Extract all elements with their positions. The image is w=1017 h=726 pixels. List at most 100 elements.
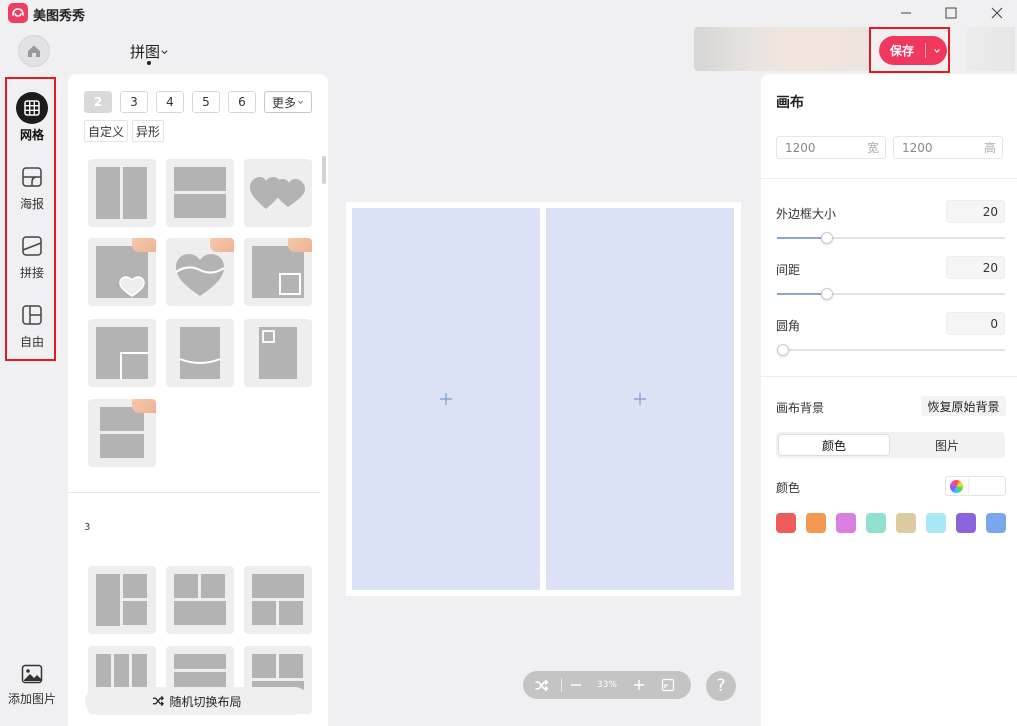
- vip-badge: [210, 238, 234, 252]
- image-icon: [21, 664, 43, 684]
- vip-badge: [288, 238, 312, 252]
- restore-background-button[interactable]: 恢复原始背景: [921, 396, 1006, 416]
- home-button[interactable]: [18, 35, 50, 67]
- vip-badge: [132, 238, 156, 252]
- tab-color[interactable]: 颜色: [778, 434, 890, 456]
- template-three-a[interactable]: [88, 566, 156, 634]
- border-slider-track[interactable]: [777, 232, 1005, 244]
- template-two-rows-narrow[interactable]: [88, 399, 156, 467]
- count-button-6[interactable]: 6: [228, 91, 256, 113]
- template-three-c[interactable]: [244, 566, 312, 634]
- properties-panel: 画布 1200 宽 1200 高 外边框大小 20 间距 20 圆角 0 画布背…: [761, 74, 1017, 726]
- height-unit: 高: [983, 141, 996, 155]
- border-value-input[interactable]: 20: [946, 200, 1005, 223]
- height-value: 1200: [902, 140, 933, 155]
- tab-image[interactable]: 图片: [891, 434, 1003, 456]
- mode-dropdown[interactable]: 拼图: [130, 41, 169, 62]
- filter-irregular[interactable]: 异形: [132, 120, 165, 142]
- spacing-slider-track[interactable]: [777, 288, 1005, 300]
- corner-value-input[interactable]: 0: [946, 312, 1005, 335]
- grid-icon: [16, 92, 48, 124]
- app-title: 美图秀秀: [33, 9, 86, 24]
- spacing-slider-handle[interactable]: [821, 288, 833, 300]
- app-logo-icon: [8, 3, 28, 23]
- close-icon[interactable]: [982, 2, 1012, 24]
- template-two-columns[interactable]: [88, 159, 156, 227]
- border-slider-handle[interactable]: [821, 232, 833, 244]
- color-swatch[interactable]: [956, 513, 976, 533]
- minimize-icon[interactable]: [891, 2, 921, 24]
- color-swatch[interactable]: [896, 513, 916, 533]
- fit-screen-icon[interactable]: [654, 678, 682, 692]
- template-two-rows[interactable]: [166, 159, 234, 227]
- chevron-down-icon[interactable]: [926, 47, 947, 55]
- template-small-inset[interactable]: [244, 319, 312, 387]
- color-swatch[interactable]: [926, 513, 946, 533]
- zoom-level: 33%: [596, 680, 617, 690]
- filter-custom[interactable]: 自定义: [84, 120, 129, 142]
- color-wheel-icon: [950, 480, 963, 493]
- rail-item-free[interactable]: 自由: [10, 299, 54, 361]
- more-button[interactable]: 更多: [264, 91, 312, 113]
- canvas-cell-2[interactable]: [546, 208, 734, 590]
- color-swatch[interactable]: [806, 513, 826, 533]
- section-divider: [761, 376, 1017, 377]
- color-picker[interactable]: [945, 476, 1006, 496]
- corner-slider-track[interactable]: [777, 344, 1005, 356]
- poster-icon: [16, 161, 48, 193]
- corner-label: 圆角: [776, 319, 801, 333]
- zoom-in-icon[interactable]: [624, 678, 654, 692]
- count-button-3[interactable]: 3: [120, 91, 148, 113]
- shuffle-icon[interactable]: [523, 679, 561, 692]
- rail-label: 网格: [19, 128, 44, 142]
- active-dot: [147, 61, 151, 65]
- color-swatch[interactable]: [986, 513, 1006, 533]
- template-panel: 2 3 4 5 6 更多 自定义 异形 3 随机切换布局: [68, 74, 328, 726]
- zoom-out-icon[interactable]: [562, 678, 590, 692]
- width-input[interactable]: 1200 宽: [776, 136, 886, 159]
- shuffle-icon: [153, 695, 165, 707]
- home-icon: [28, 45, 40, 57]
- random-layout-button[interactable]: 随机切换布局: [85, 687, 309, 715]
- template-three-b[interactable]: [166, 566, 234, 634]
- color-swatch[interactable]: [836, 513, 856, 533]
- template-heart-split[interactable]: [166, 238, 234, 306]
- add-image-button[interactable]: 添加图片: [4, 664, 60, 720]
- add-image-label: 添加图片: [7, 692, 56, 706]
- corner-slider-handle[interactable]: [777, 344, 789, 356]
- template-two-hearts[interactable]: [244, 159, 312, 227]
- random-layout-label: 随机切换布局: [169, 694, 242, 709]
- color-swatch[interactable]: [866, 513, 886, 533]
- spacing-label: 间距: [776, 263, 801, 277]
- slider-fill: [777, 293, 827, 295]
- maximize-icon[interactable]: [936, 2, 966, 24]
- zoom-toolbar: 33%: [523, 671, 691, 699]
- help-icon[interactable]: ?: [706, 671, 736, 701]
- count-button-2[interactable]: 2: [84, 91, 112, 113]
- chevron-down-icon: [161, 50, 168, 55]
- scrollbar-thumb[interactable]: [322, 156, 326, 184]
- rail-item-stitch[interactable]: 拼接: [10, 230, 54, 292]
- rail-label: 拼接: [19, 266, 44, 280]
- current-color-preview: [968, 478, 1004, 494]
- canvas-cell-1[interactable]: [352, 208, 540, 590]
- section-divider: [68, 492, 320, 493]
- color-swatch[interactable]: [776, 513, 796, 533]
- count-button-5[interactable]: 5: [192, 91, 220, 113]
- spacing-value-input[interactable]: 20: [946, 256, 1005, 279]
- collage-canvas: [346, 202, 741, 596]
- save-button[interactable]: 保存: [879, 36, 947, 65]
- height-input[interactable]: 1200 高: [893, 136, 1003, 159]
- chevron-down-icon: [298, 100, 303, 104]
- template-curve-split[interactable]: [166, 319, 234, 387]
- section-divider: [761, 178, 1017, 179]
- template-corner-inset[interactable]: [88, 319, 156, 387]
- color-label: 颜色: [776, 481, 801, 495]
- add-photo-icon: [634, 393, 646, 405]
- template-square-inset[interactable]: [244, 238, 312, 306]
- mode-title-label: 拼图: [130, 43, 161, 61]
- template-heart-inset[interactable]: [88, 238, 156, 306]
- rail-item-poster[interactable]: 海报: [10, 161, 54, 223]
- rail-item-grid[interactable]: 网格: [10, 92, 54, 154]
- count-button-4[interactable]: 4: [156, 91, 184, 113]
